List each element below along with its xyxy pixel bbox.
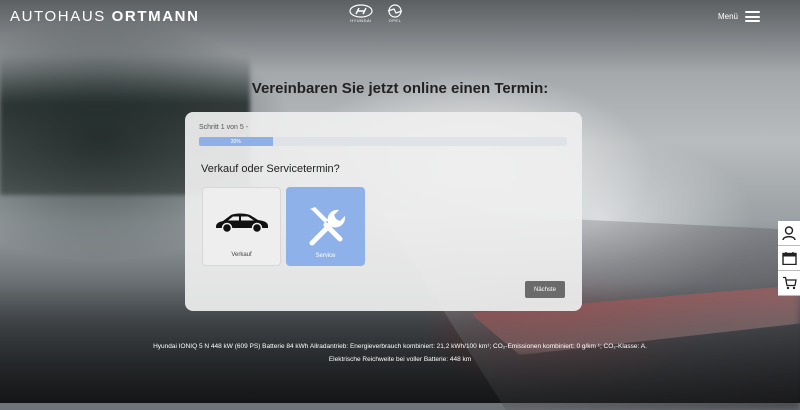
option-service-label: Service <box>315 253 336 259</box>
cart-icon <box>782 276 797 290</box>
hyundai-logo-text: HYUNDAI <box>350 18 372 23</box>
hyundai-logo-icon <box>349 4 373 18</box>
option-service[interactable]: Service <box>286 187 365 266</box>
opel-logo-text: OPEL <box>388 18 402 23</box>
appointment-button[interactable] <box>778 246 800 271</box>
opel-logo[interactable]: OPEL <box>387 4 403 23</box>
vehicle-disclaimer: Hyundai IONIQ 5 N 448 kW (609 PS) Batter… <box>0 340 800 366</box>
account-button[interactable] <box>778 221 800 246</box>
hyundai-logo[interactable]: HYUNDAI <box>349 4 373 23</box>
step-indicator: Schritt 1 von 5 - <box>199 124 249 131</box>
calendar-icon <box>781 252 797 265</box>
next-button[interactable]: Nächste <box>525 281 565 298</box>
progress-label: 20% <box>230 138 241 145</box>
brand-logo[interactable]: AUTOHAUS ORTMANN <box>10 8 200 25</box>
menu-label: Menü <box>717 12 738 21</box>
option-verkauf-label: Verkauf <box>231 252 252 258</box>
opel-logo-icon <box>387 4 403 18</box>
form-question: Verkauf oder Servicetermin? <box>201 163 340 175</box>
brand-name-light: AUTOHAUS <box>10 8 106 25</box>
page-title: Vereinbaren Sie jetzt online einen Termi… <box>251 80 549 97</box>
brand-name-bold: ORTMANN <box>111 8 200 25</box>
cart-button[interactable] <box>778 271 800 296</box>
tools-icon <box>309 207 345 246</box>
progress-bar: 20% <box>199 137 567 146</box>
hamburger-icon <box>745 11 760 22</box>
disclaimer-line-2: Elektrische Reichweite bei voller Batter… <box>328 356 472 363</box>
car-icon <box>215 213 268 234</box>
progress-bar-fill: 20% <box>199 137 273 146</box>
menu-button[interactable]: Menü <box>718 11 760 22</box>
disclaimer-line-1: Hyundai IONIQ 5 N 448 kW (609 PS) Batter… <box>153 343 647 350</box>
option-verkauf[interactable]: Verkauf <box>202 187 281 266</box>
quick-action-sidebar <box>778 221 800 296</box>
manufacturer-logos: HYUNDAI OPEL <box>349 4 403 23</box>
user-icon <box>782 225 796 240</box>
appointment-form-card: Schritt 1 von 5 - 20% Verkauf oder Servi… <box>185 112 582 311</box>
